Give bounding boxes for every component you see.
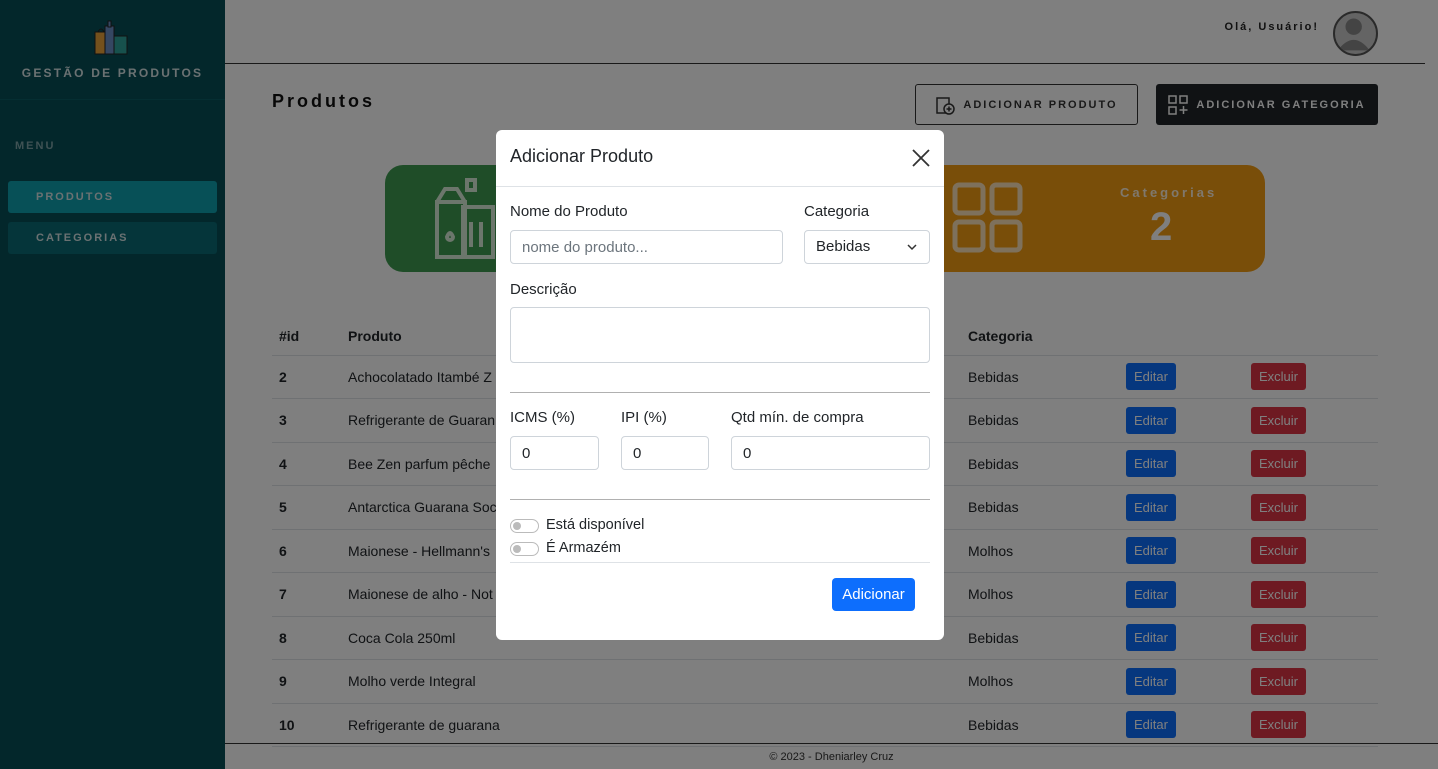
available-switch[interactable] (510, 519, 539, 533)
icms-label: ICMS (%) (510, 409, 575, 426)
description-textarea[interactable] (510, 307, 930, 363)
add-product-modal: Adicionar Produto Nome do Produto Catego… (496, 130, 944, 640)
divider (510, 392, 930, 393)
warehouse-label: É Armazém (546, 540, 621, 556)
ipi-input[interactable] (621, 436, 709, 470)
ipi-label: IPI (%) (621, 409, 667, 426)
product-name-label: Nome do Produto (510, 203, 628, 220)
category-select-value: Bebidas (816, 238, 871, 255)
submit-add-button[interactable]: Adicionar (832, 578, 915, 611)
min-qty-label: Qtd mín. de compra (731, 409, 864, 426)
warehouse-switch[interactable] (510, 542, 539, 556)
min-qty-input[interactable] (731, 436, 930, 470)
modal-title: Adicionar Produto (510, 146, 654, 166)
divider (510, 499, 930, 500)
close-icon[interactable] (910, 147, 932, 169)
product-name-input[interactable] (510, 230, 783, 264)
category-select[interactable]: Bebidas (804, 230, 930, 264)
icms-input[interactable] (510, 436, 599, 470)
chevron-down-icon (907, 244, 917, 251)
category-label: Categoria (804, 203, 870, 220)
description-label: Descrição (510, 281, 577, 298)
divider (510, 562, 930, 563)
available-label: Está disponível (546, 517, 645, 533)
modal-header: Adicionar Produto (496, 130, 944, 187)
